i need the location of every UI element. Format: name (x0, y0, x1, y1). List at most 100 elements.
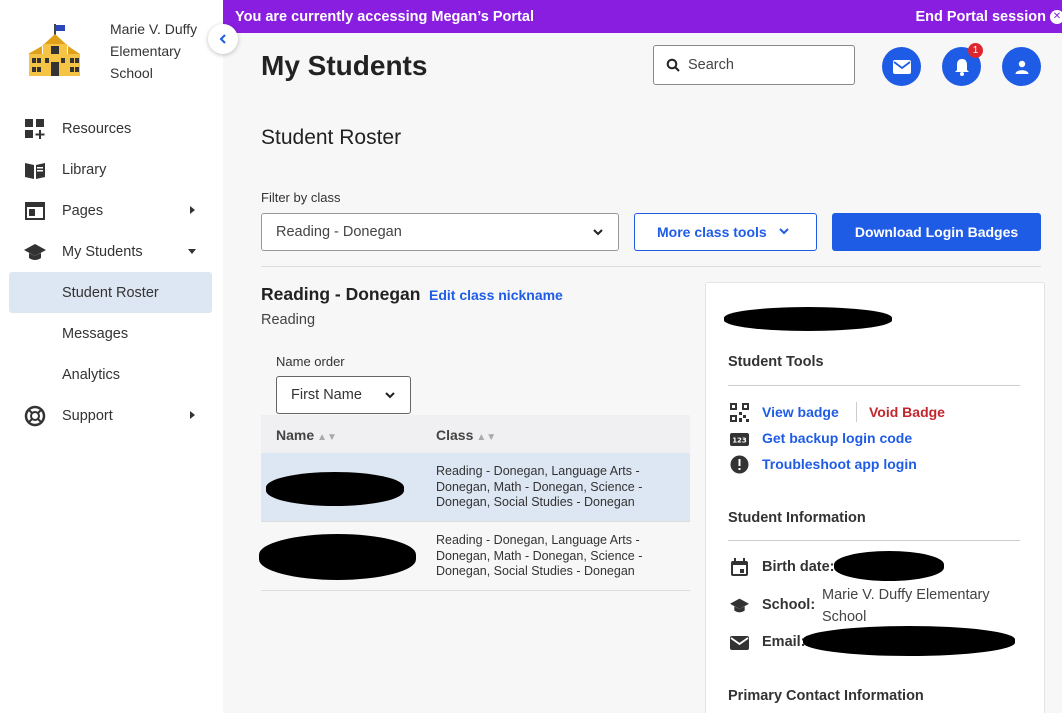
sidebar-item-pages[interactable]: Pages (0, 190, 223, 231)
email-label: Email: (762, 634, 806, 650)
calendar-icon (731, 558, 748, 576)
column-header-class[interactable]: Class ▲▼ (436, 427, 496, 443)
redacted-student-name (259, 534, 416, 580)
school-label: School: (762, 597, 816, 613)
school-logo-icon (28, 24, 80, 76)
student-classes: Reading - Donegan, Language Arts - Doneg… (436, 533, 643, 578)
sidebar-item-label: Support (62, 407, 113, 424)
class-filter-value: Reading - Donegan (276, 224, 402, 240)
search-placeholder: Search (688, 57, 734, 73)
graduation-cap-icon (730, 598, 749, 613)
column-header-label: Class (436, 427, 474, 443)
column-header-name[interactable]: Name ▲▼ (276, 427, 337, 443)
chevron-left-icon (219, 34, 226, 44)
class-subject: Reading (261, 312, 316, 328)
support-icon (24, 405, 46, 427)
section-title: Student Roster (261, 126, 402, 149)
sidebar-item-label: Analytics (62, 366, 121, 383)
divider (728, 540, 1020, 541)
sidebar-item-library[interactable]: Library (0, 149, 223, 190)
student-classes: Reading - Donegan, Language Arts - Doneg… (436, 464, 643, 509)
chevron-down-icon (779, 228, 789, 235)
student-information-title: Student Information (728, 510, 866, 526)
chevron-down-icon (593, 229, 603, 236)
redacted-student-name (724, 307, 892, 331)
divider (728, 385, 1020, 386)
name-order-value: First Name (291, 387, 362, 403)
redacted-birth-date (834, 551, 944, 581)
school-value: Marie V. Duffy Elementary School (822, 587, 990, 625)
backup-login-code-link[interactable]: Get backup login code (762, 430, 912, 446)
sidebar-item-support[interactable]: Support (0, 395, 223, 436)
filter-label: Filter by class (261, 190, 341, 205)
search-input[interactable]: Search (653, 45, 855, 85)
sidebar-item-student-roster[interactable]: Student Roster (9, 272, 212, 313)
class-heading: Reading - Donegan (261, 284, 421, 304)
sidebar-item-messages[interactable]: Messages (0, 313, 223, 354)
name-order-label: Name order (276, 354, 345, 369)
download-login-badges-button[interactable]: Download Login Badges (832, 213, 1041, 251)
troubleshoot-app-login-link[interactable]: Troubleshoot app login (762, 456, 917, 472)
edit-class-nickname-link[interactable]: Edit class nickname (429, 287, 563, 303)
sidebar-item-analytics[interactable]: Analytics (0, 354, 223, 395)
column-header-label: Name (276, 427, 315, 443)
chevron-down-icon (385, 392, 395, 399)
numbers-icon: 123 (730, 433, 749, 446)
name-order-select[interactable]: First Name (276, 376, 411, 414)
search-icon (666, 58, 680, 72)
portal-banner: You are currently accessing Megan’s Port… (223, 0, 1062, 33)
more-class-tools-button[interactable]: More class tools (634, 213, 817, 251)
student-table: Name ▲▼ Class ▲▼ Reading - Donegan, Langua… (259, 415, 690, 591)
sidebar-item-my-students[interactable]: My Students (0, 231, 223, 272)
sidebar-item-resources[interactable]: Resources (0, 108, 223, 149)
end-portal-session-button[interactable]: End Portal session ✕ (915, 0, 1062, 33)
sidebar-item-label: My Students (62, 243, 143, 260)
sidebar-item-label: Resources (62, 120, 132, 137)
pages-icon (25, 202, 45, 220)
sidebar-item-label: Messages (62, 325, 129, 342)
svg-text:123: 123 (732, 437, 747, 445)
banner-message: You are currently accessing Megan’s Port… (235, 8, 534, 25)
caret-down-icon (188, 249, 196, 254)
sidebar-item-label: Pages (62, 202, 104, 219)
school-name: Marie V. Duffy Elementary School (110, 21, 198, 81)
alert-icon (730, 455, 749, 474)
notification-badge: 1 (968, 43, 983, 58)
table-header: Name ▲▼ Class ▲▼ (261, 415, 690, 453)
table-row[interactable]: Reading - Donegan, Language Arts - Doneg… (259, 522, 690, 591)
redacted-student-name (266, 472, 404, 506)
sidebar-item-label: Library (62, 161, 107, 178)
school-header: Marie V. Duffy Elementary School (22, 18, 222, 88)
profile-button[interactable] (1002, 47, 1041, 86)
more-tools-label: More class tools (657, 224, 767, 240)
sidebar: Marie V. Duffy Elementary School Resourc… (0, 0, 223, 713)
sort-icon: ▲▼ (476, 432, 497, 443)
student-detail-panel: Student Tools View badge Void Badge 123 … (705, 282, 1045, 713)
mail-icon (892, 59, 911, 74)
mail-icon (730, 636, 749, 650)
student-tools-title: Student Tools (728, 354, 824, 370)
notifications-button[interactable]: 1 (942, 43, 983, 86)
collapse-sidebar-button[interactable] (208, 24, 238, 54)
sort-icon: ▲▼ (317, 432, 337, 443)
close-icon: ✕ (1050, 9, 1062, 24)
divider (261, 266, 1041, 267)
end-portal-label: End Portal session (915, 8, 1046, 25)
caret-right-icon (190, 206, 195, 214)
class-filter-select[interactable]: Reading - Donegan (261, 213, 619, 251)
library-icon (25, 163, 45, 179)
resources-icon (25, 119, 45, 139)
view-badge-link[interactable]: View badge (762, 404, 839, 420)
messages-button[interactable] (882, 47, 921, 86)
bell-icon (954, 58, 969, 76)
birth-date-label: Birth date: (762, 559, 835, 575)
divider (856, 402, 857, 422)
table-row[interactable]: Reading - Donegan, Language Arts - Doneg… (261, 453, 690, 522)
void-badge-link[interactable]: Void Badge (869, 404, 945, 420)
page-title: My Students (261, 50, 428, 81)
graduation-cap-icon (24, 244, 46, 260)
qr-code-icon (730, 403, 749, 422)
user-icon (1015, 60, 1028, 74)
sidebar-item-label: Student Roster (62, 284, 159, 301)
sidebar-nav: Resources Library Pages My Students Stud… (0, 108, 223, 436)
